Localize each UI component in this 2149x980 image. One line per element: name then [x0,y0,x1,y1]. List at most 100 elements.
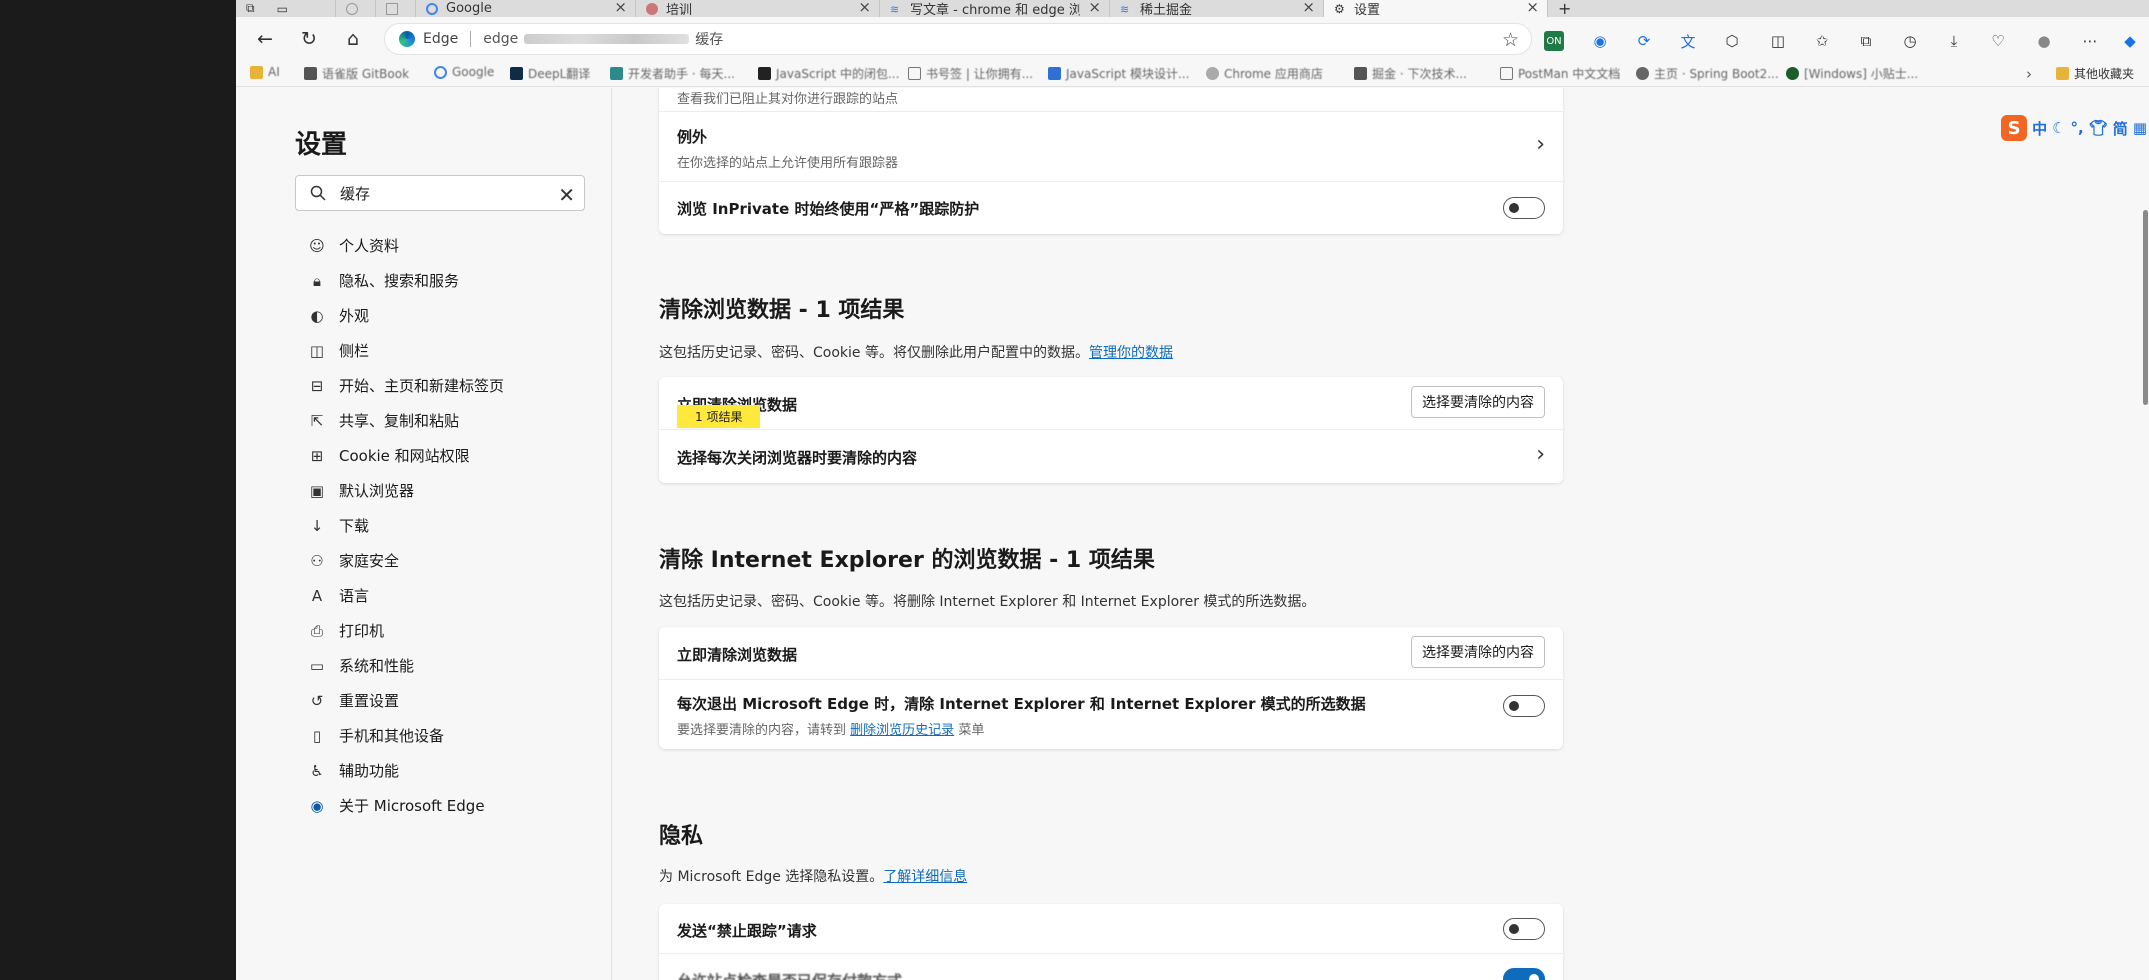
clear-on-close-row[interactable]: 选择每次关闭浏览器时要清除的内容 › [659,430,1563,483]
ime-simplified[interactable]: 简 [2113,118,2128,139]
favorite-item[interactable]: 主页 · Spring Boot2... [1636,65,1779,82]
sidebar-item-sidebar[interactable]: ◫ 侧栏 [308,333,504,368]
tab-label: 培训 [666,3,693,17]
gear-icon: ⚙ [1334,1,1345,16]
sidebar-item-privacy[interactable]: 🔒︎ 隐私、搜索和服务 [308,263,504,298]
profile-icon: ☺ [309,236,325,255]
favorite-item[interactable]: JavaScript 中的闭包... [758,65,899,82]
sidebar-item-accessibility[interactable]: ♿︎ 辅助功能 [308,753,504,788]
search-input[interactable] [340,184,540,202]
bookmark-favicon-icon [758,67,771,80]
close-icon[interactable]: × [858,0,871,16]
tab-google[interactable]: Google × [416,0,636,17]
performance-icon[interactable]: ♡ [1988,31,2008,51]
favorite-item[interactable]: 语雀版 GitBook [304,65,409,82]
address-bar[interactable]: Edge edge 缓存 ☆ [384,23,1532,55]
favorite-item[interactable]: DeepL翻译 [510,65,590,82]
sidebar-item-phone[interactable]: ▯ 手机和其他设备 [308,718,504,753]
split-screen-icon[interactable]: ◫ [1768,31,1788,51]
learn-more-link[interactable]: 了解详细信息 [883,869,967,885]
sidebar-item-start-home[interactable]: ⊟ 开始、主页和新建标签页 [308,368,504,403]
ime-chinese-mode[interactable]: 中 [2032,118,2047,139]
sidebar-item-appearance[interactable]: ◐ 外观 [308,298,504,333]
home-button[interactable]: ⌂ [342,28,364,50]
inprivate-strict-row: 浏览 InPrivate 时始终使用“严格”跟踪防护 [659,182,1563,234]
close-icon[interactable]: × [1526,0,1539,16]
punctuation-icon[interactable]: °, [2071,119,2084,137]
favorite-item[interactable]: 掘金 · 下次技术... [1354,65,1467,82]
refresh-button[interactable]: ↻ [298,28,320,50]
sidebar-item-share-copy[interactable]: ⇱ 共享、复制和粘贴 [308,403,504,438]
extensions-icon[interactable]: ⬡ [1722,31,1742,51]
extension-on-icon[interactable]: ON [1544,31,1564,51]
sidebar-item-cookies[interactable]: ⊞ Cookie 和网站权限 [308,438,504,473]
ie-choose-what-to-clear-button[interactable]: 选择要清除的内容 [1411,636,1545,668]
sidebar-item-default-browser[interactable]: ▣ 默认浏览器 [308,473,504,508]
sidebar-item-profile[interactable]: ☺ 个人资料 [308,228,504,263]
tab-actions-icon[interactable]: ▭ [277,2,288,16]
favorites-overflow-button[interactable]: › [2026,65,2032,83]
favorite-item[interactable]: PostMan 中文文档 [1500,65,1620,82]
copilot-icon[interactable]: ◆ [2120,31,2140,51]
training-favicon-icon [646,2,658,15]
exceptions-row[interactable]: 例外 在你选择的站点上允许使用所有跟踪器 › [659,112,1563,182]
favorite-item[interactable]: Google [434,65,494,79]
extension-eye-icon[interactable]: ◉ [1590,31,1610,51]
settings-main: 查看我们已阻止其对你进行跟踪的站点 例外 在你选择的站点上允许使用所有跟踪器 ›… [613,88,2149,980]
manage-data-link[interactable]: 管理你的数据 [1089,345,1173,361]
sidebar-item-system[interactable]: ▭ 系统和性能 [308,648,504,683]
delete-history-link[interactable]: 删除浏览历史记录 [850,723,954,738]
moon-icon[interactable]: ☾ [2052,119,2065,137]
page-scrollbar[interactable] [2141,88,2149,980]
tab-label: 写文章 - chrome 和 edge 浏览器 [910,3,1080,17]
favorite-item[interactable]: 书号签 | 让你拥有... [908,65,1033,82]
download-icon[interactable]: ⤓ [1944,31,1964,51]
favorite-item[interactable]: [Windows] 小贴士... [1786,65,1918,82]
sidebar-item-languages[interactable]: A 语言 [308,578,504,613]
more-icon[interactable]: ⋯ [2080,31,2100,51]
close-icon[interactable]: × [614,0,627,16]
favorite-item[interactable]: JavaScript 模块设计... [1048,65,1189,82]
blocked-trackers-row[interactable]: 查看我们已阻止其对你进行跟踪的站点 [659,88,1563,112]
sidebar-item-family-safety[interactable]: ⚇ 家庭安全 [308,543,504,578]
workspaces-icon[interactable]: ⧉ [246,1,255,16]
tab-write-article[interactable]: ≋ 写文章 - chrome 和 edge 浏览器 × [880,0,1110,17]
chevron-right-icon: › [2026,65,2032,83]
scrollbar-thumb[interactable] [2143,210,2148,405]
other-favorites-folder[interactable]: 其他收藏夹 [2056,65,2134,82]
clear-search-icon[interactable]: ✕ [558,183,575,207]
do-not-track-toggle[interactable] [1503,918,1545,940]
new-tab-button[interactable]: + [1548,0,1588,17]
tab-pinned-1[interactable] [336,0,376,17]
favorite-item[interactable]: 开发者助手 · 每天... [610,65,735,82]
history-icon[interactable]: ◷ [1900,31,1920,51]
skin-icon[interactable]: 👕︎ [2089,119,2108,137]
favorite-star-icon[interactable]: ☆ [1502,29,1519,51]
tab-training[interactable]: 培训 × [636,0,880,17]
inprivate-strict-toggle[interactable] [1503,197,1545,219]
ie-clear-on-exit-toggle[interactable] [1503,695,1545,717]
close-icon[interactable]: × [1088,0,1101,16]
back-button[interactable]: ← [254,28,276,50]
tab-pinned-2[interactable] [376,0,416,17]
favorites-icon[interactable]: ✩ [1812,31,1832,51]
sidebar-item-printers[interactable]: ⎙ 打印机 [308,613,504,648]
home-icon: ⊟ [310,376,324,395]
sidebar-item-about[interactable]: ◉ 关于 Microsoft Edge [308,788,504,823]
collections-icon[interactable]: ⧉ [1856,31,1876,51]
favorite-item[interactable]: Chrome 应用商店 [1206,65,1323,82]
sidebar-item-downloads[interactable]: ↓ 下载 [308,508,504,543]
search-settings-box[interactable]: ✕ [295,175,585,211]
tab-settings[interactable]: ⚙ 设置 × [1324,0,1548,17]
sidebar-item-reset[interactable]: ↺ 重置设置 [308,683,504,718]
tab-juejin[interactable]: ≋ 稀土掘金 × [1110,0,1324,17]
extension-sync-icon[interactable]: ⟳ [1634,31,1654,51]
ime-toolbar[interactable]: S 中 ☾ °, 👕︎ 简 ▦ [2001,115,2147,141]
choose-what-to-clear-button[interactable]: 选择要清除的内容 [1411,386,1545,418]
payment-methods-toggle[interactable] [1503,968,1545,980]
translate-icon[interactable]: 文 [1678,31,1698,51]
close-icon[interactable]: × [1302,0,1315,16]
tab-actions[interactable]: ⧉ ▭ [236,0,336,17]
avatar[interactable]: ● [2034,31,2054,51]
favorite-item[interactable]: AI [250,65,280,79]
